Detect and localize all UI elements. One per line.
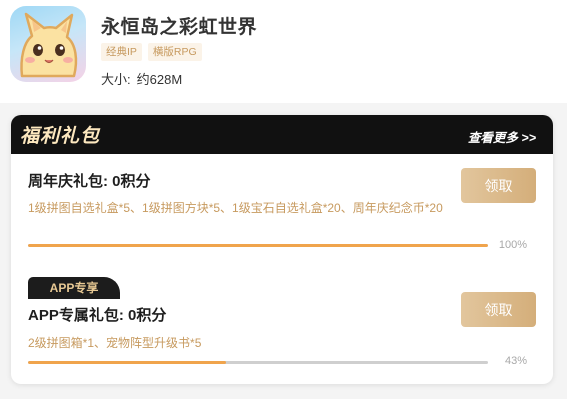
tag-list: 经典IP 横版RPG xyxy=(101,43,202,61)
game-title: 永恒岛之彩虹世界 xyxy=(101,17,258,38)
app-exclusive-badge: APP专享 xyxy=(28,277,120,299)
progress-percent: 43% xyxy=(504,355,527,367)
progress-fill xyxy=(28,361,226,364)
package-name: APP专属礼包: 0积分 xyxy=(28,307,167,324)
tag-rpg: 横版RPG xyxy=(147,43,202,61)
size-value: 约628M xyxy=(136,72,183,87)
welfare-card-header: 福利礼包 查看更多 >> xyxy=(11,115,553,154)
package-desc: 2级拼图箱*1、宠物阵型升级书*5 xyxy=(28,336,202,350)
package-name: 周年庆礼包: 0积分 xyxy=(28,173,151,190)
cat-mascot-icon xyxy=(20,12,78,78)
package-desc: 1级拼图自选礼盒*5、1级拼图方块*5、1级宝石自选礼盒*20、周年庆纪念币*2… xyxy=(28,201,443,215)
welfare-title: 福利礼包 xyxy=(20,126,101,147)
view-more-link[interactable]: 查看更多 >> xyxy=(468,127,536,146)
welfare-card: 福利礼包 查看更多 >> 周年庆礼包: 0积分 1级拼图自选礼盒*5、1级拼图方… xyxy=(11,115,553,384)
claim-button[interactable]: 领取 xyxy=(461,168,536,203)
progress-percent: 100% xyxy=(498,239,527,251)
game-size: 大小: 约628M xyxy=(101,69,182,88)
progress-fill xyxy=(28,244,488,247)
progress-bar xyxy=(28,244,488,247)
game-header: 永恒岛之彩虹世界 经典IP 横版RPG 大小: 约628M xyxy=(0,0,567,103)
game-icon[interactable] xyxy=(10,6,86,82)
size-label: 大小: xyxy=(101,72,131,87)
claim-button[interactable]: 领取 xyxy=(461,292,536,327)
tag-classic-ip: 经典IP xyxy=(101,43,142,61)
progress-bar xyxy=(28,361,488,364)
